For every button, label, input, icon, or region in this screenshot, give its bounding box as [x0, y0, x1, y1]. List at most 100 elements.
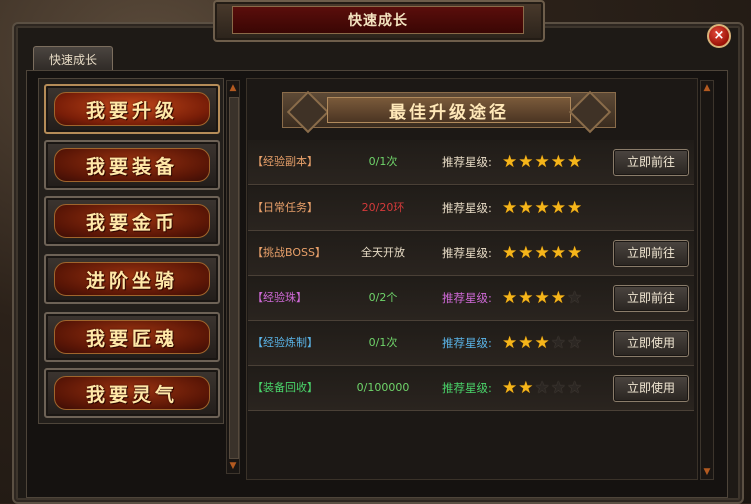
- star-filled-icon: ★: [518, 288, 535, 308]
- scroll-down-icon[interactable]: ▼: [701, 467, 713, 477]
- menu-button-3[interactable]: 进阶坐骑: [44, 254, 220, 304]
- menu-button-plate: 我要升级: [54, 92, 210, 126]
- star-filled-icon: ★: [550, 288, 567, 308]
- star-filled-icon: ★: [534, 243, 551, 263]
- menu-button-label: 我要匠魂: [85, 327, 178, 350]
- menu-button-label: 我要升级: [85, 99, 178, 122]
- star-empty-icon: ★: [550, 378, 567, 398]
- star-filled-icon: ★: [567, 198, 584, 218]
- go-button[interactable]: 立即使用: [613, 330, 689, 357]
- right-scrollbar[interactable]: ▲ ▼: [700, 80, 714, 480]
- menu-button-plate: 我要匠魂: [54, 320, 210, 354]
- route-progress: 全天开放: [361, 246, 405, 259]
- route-row: 【经验副本】 0/1次 推荐星级: ★★★★★ 立即前往: [248, 140, 694, 185]
- star-rating: ★★★★★: [502, 366, 583, 410]
- route-progress: 0/1次: [368, 336, 398, 349]
- star-filled-icon: ★: [502, 198, 519, 218]
- menu-button-4[interactable]: 我要匠魂: [44, 312, 220, 362]
- star-filled-icon: ★: [550, 243, 567, 263]
- ornament-right-icon: [568, 90, 612, 134]
- star-filled-icon: ★: [550, 198, 567, 218]
- tab-quick-growth[interactable]: 快速成长: [33, 46, 113, 71]
- menu-button-plate: 我要金币: [54, 204, 210, 238]
- star-empty-icon: ★: [550, 333, 567, 353]
- recommend-label: 推荐星级:: [442, 155, 492, 169]
- recommend-label: 推荐星级:: [442, 246, 492, 260]
- scroll-thumb[interactable]: [229, 97, 239, 459]
- scroll-up-icon[interactable]: ▲: [701, 83, 713, 93]
- star-filled-icon: ★: [567, 152, 584, 172]
- route-row: 【装备回收】 0/100000 推荐星级: ★★★★★ 立即使用: [248, 366, 694, 411]
- route-name: 【经验珠】: [252, 291, 307, 304]
- route-row: 【经验珠】 0/2个 推荐星级: ★★★★★ 立即前往: [248, 276, 694, 321]
- menu-button-label: 我要灵气: [85, 383, 178, 406]
- star-rating: ★★★★★: [502, 231, 583, 275]
- star-empty-icon: ★: [567, 333, 584, 353]
- go-button[interactable]: 立即使用: [613, 375, 689, 402]
- star-filled-icon: ★: [534, 152, 551, 172]
- recommend-label: 推荐星级:: [442, 291, 492, 305]
- go-button[interactable]: 立即前往: [613, 149, 689, 176]
- route-name: 【挑战BOSS】: [252, 246, 326, 259]
- star-empty-icon: ★: [567, 378, 584, 398]
- route-row: 【挑战BOSS】 全天开放 推荐星级: ★★★★★ 立即前往: [248, 231, 694, 276]
- menu-button-label: 我要金币: [85, 211, 178, 234]
- menu-button-plate: 进阶坐骑: [54, 262, 210, 296]
- star-filled-icon: ★: [518, 333, 535, 353]
- menu-button-1[interactable]: 我要装备: [44, 140, 220, 190]
- menu-button-5[interactable]: 我要灵气: [44, 368, 220, 418]
- route-row: 【日常任务】 20/20环 推荐星级: ★★★★★: [248, 186, 694, 231]
- left-scrollbar[interactable]: ▲ ▼: [226, 80, 240, 474]
- menu-button-label: 我要装备: [85, 155, 178, 178]
- star-filled-icon: ★: [518, 198, 535, 218]
- star-filled-icon: ★: [518, 152, 535, 172]
- scroll-up-icon[interactable]: ▲: [227, 83, 239, 93]
- banner-title: 最佳升级途径: [389, 102, 509, 123]
- recommend-label: 推荐星级:: [442, 201, 492, 215]
- star-empty-icon: ★: [534, 378, 551, 398]
- go-button[interactable]: 立即前往: [613, 240, 689, 267]
- star-filled-icon: ★: [518, 378, 535, 398]
- recommend-label: 推荐星级:: [442, 336, 492, 350]
- banner: 最佳升级途径: [282, 90, 616, 134]
- route-progress: 0/100000: [356, 381, 410, 394]
- ornament-left-icon: [286, 90, 330, 134]
- menu-button-plate: 我要装备: [54, 148, 210, 182]
- window-title: 快速成长: [348, 13, 408, 29]
- route-progress: 0/1次: [368, 155, 398, 168]
- menu-button-0[interactable]: 我要升级: [44, 84, 220, 134]
- star-rating: ★★★★★: [502, 140, 583, 184]
- star-filled-icon: ★: [502, 243, 519, 263]
- menu-button-plate: 我要灵气: [54, 376, 210, 410]
- menu-button-label: 进阶坐骑: [85, 269, 178, 292]
- title-plate: 快速成长: [232, 6, 524, 34]
- recommend-label: 推荐星级:: [442, 381, 492, 395]
- star-empty-icon: ★: [567, 288, 584, 308]
- star-filled-icon: ★: [502, 288, 519, 308]
- route-progress: 0/2个: [368, 291, 398, 304]
- star-filled-icon: ★: [518, 243, 535, 263]
- route-name: 【经验副本】: [252, 155, 318, 168]
- tab-label: 快速成长: [48, 52, 97, 67]
- route-name: 【装备回收】: [252, 381, 318, 394]
- star-filled-icon: ★: [550, 152, 567, 172]
- star-filled-icon: ★: [567, 243, 584, 263]
- star-filled-icon: ★: [534, 333, 551, 353]
- star-rating: ★★★★★: [502, 321, 583, 365]
- menu-button-2[interactable]: 我要金币: [44, 196, 220, 246]
- star-rating: ★★★★★: [502, 186, 583, 230]
- star-filled-icon: ★: [534, 288, 551, 308]
- go-button[interactable]: 立即前往: [613, 285, 689, 312]
- close-button[interactable]: ×: [707, 24, 731, 48]
- star-filled-icon: ★: [502, 378, 519, 398]
- star-rating: ★★★★★: [502, 276, 583, 320]
- route-name: 【经验炼制】: [252, 336, 318, 349]
- scroll-down-icon[interactable]: ▼: [227, 461, 239, 471]
- close-icon: ×: [713, 28, 725, 43]
- star-filled-icon: ★: [502, 152, 519, 172]
- star-filled-icon: ★: [534, 198, 551, 218]
- route-progress: 20/20环: [361, 201, 405, 214]
- star-filled-icon: ★: [502, 333, 519, 353]
- route-row: 【经验炼制】 0/1次 推荐星级: ★★★★★ 立即使用: [248, 321, 694, 366]
- route-name: 【日常任务】: [252, 201, 318, 214]
